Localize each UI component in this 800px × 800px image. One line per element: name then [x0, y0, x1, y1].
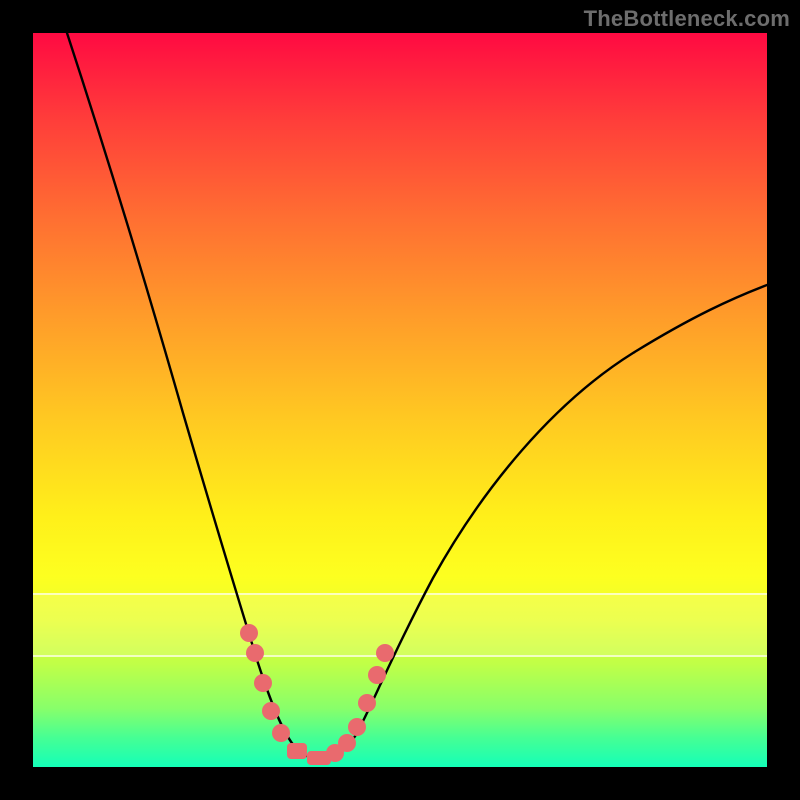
curve-marker: [376, 644, 394, 662]
curve-marker: [246, 644, 264, 662]
curve-marker: [338, 734, 356, 752]
bottleneck-curve-left: [67, 33, 319, 759]
chart-frame: TheBottleneck.com: [0, 0, 800, 800]
curve-marker: [348, 718, 366, 736]
bottleneck-curve-right: [319, 285, 767, 759]
plot-area: [33, 33, 767, 767]
curve-marker: [262, 702, 280, 720]
curve-marker: [254, 674, 272, 692]
curve-marker: [358, 694, 376, 712]
watermark-text: TheBottleneck.com: [584, 6, 790, 32]
chart-overlay: [33, 33, 767, 767]
curve-marker: [272, 724, 290, 742]
curve-marker: [368, 666, 386, 684]
curve-marker: [287, 743, 307, 759]
curve-marker: [240, 624, 258, 642]
